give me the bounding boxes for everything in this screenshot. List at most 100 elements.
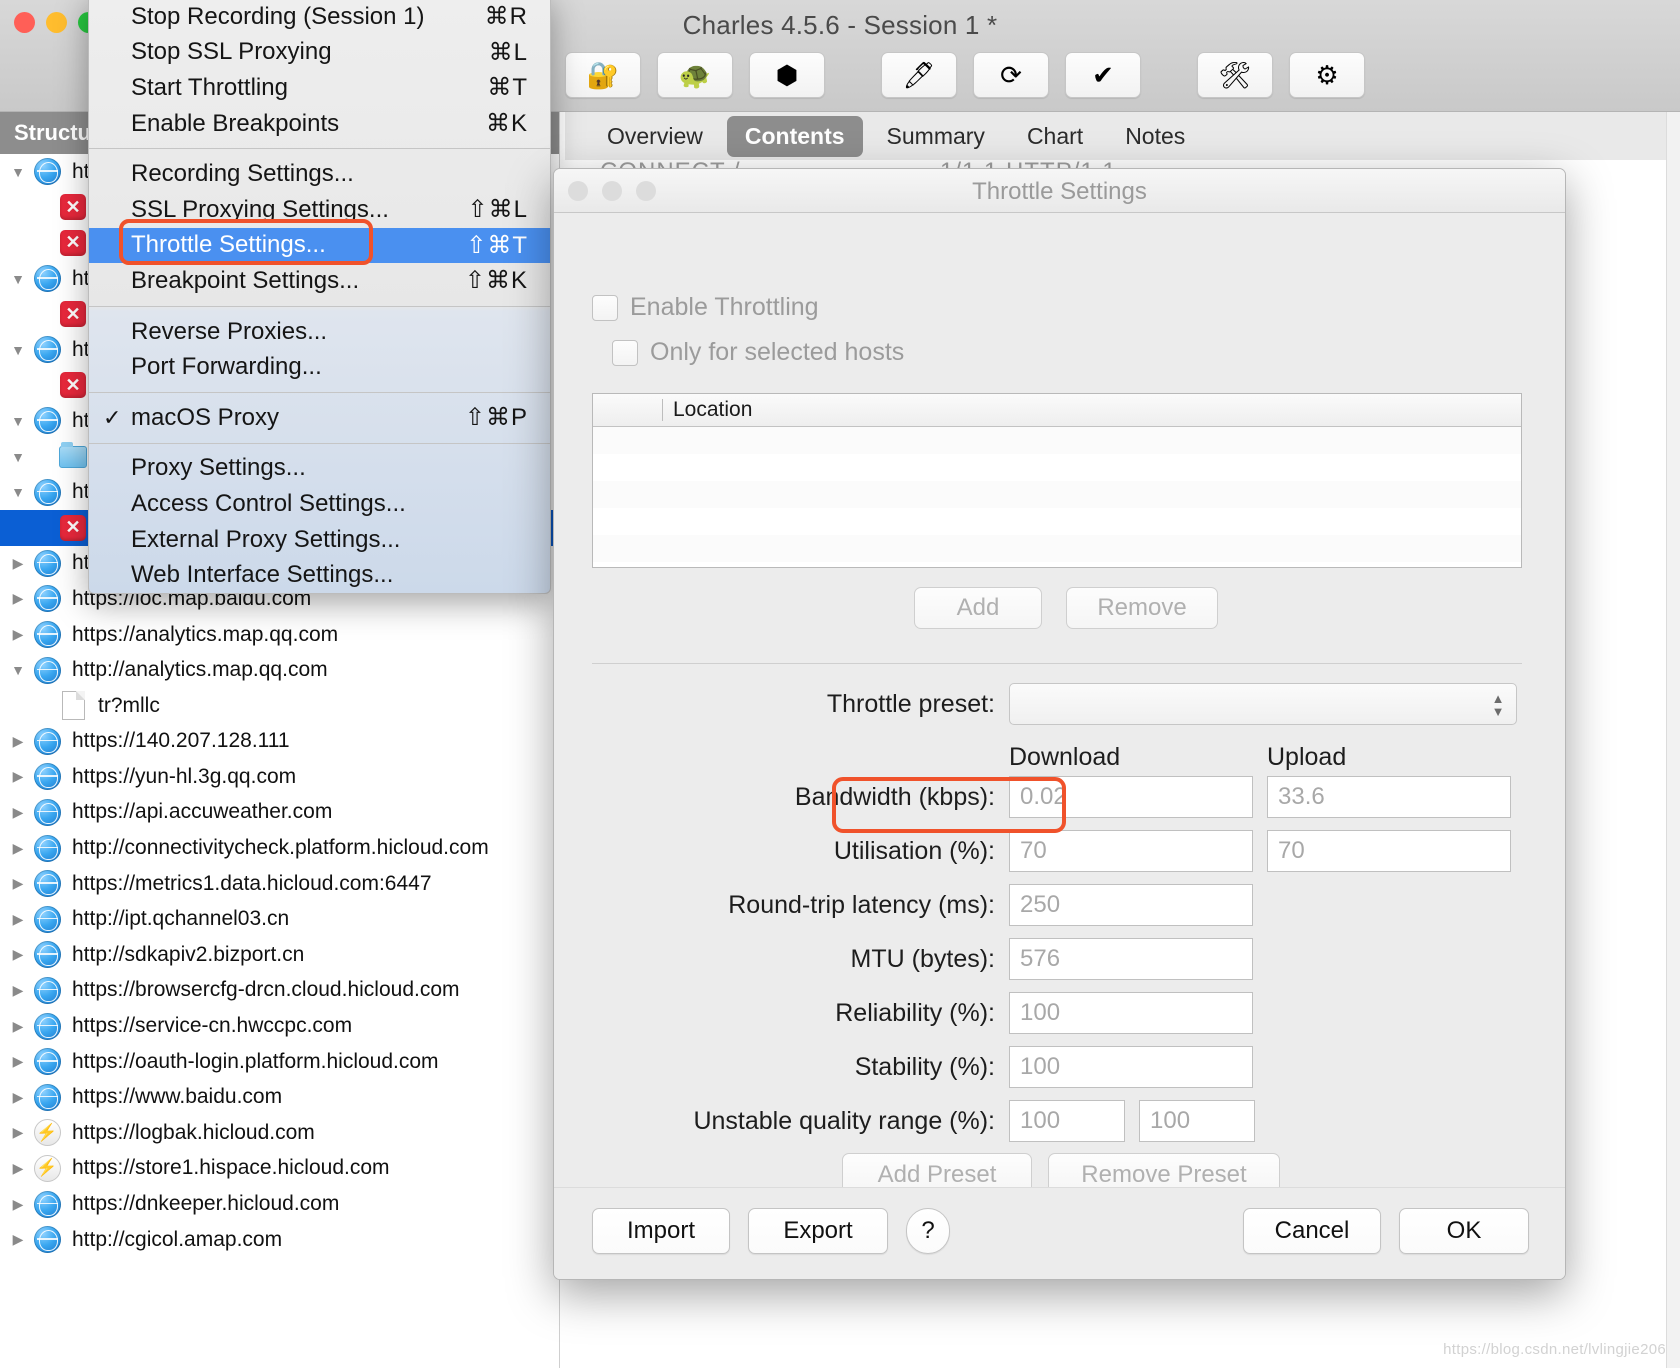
tree-row[interactable]: https://service-cn.hwccpc.com [0,1008,559,1044]
add-location-button[interactable]: Add [914,587,1042,629]
tree-row[interactable]: ⚡ https://logbak.hicloud.com [0,1115,559,1151]
mtu-bytes-download-input[interactable]: 576 [1009,938,1253,980]
unstable-quality-from-input[interactable]: 100 [1009,1100,1125,1142]
row-icon-wrap: ✕ [56,514,90,542]
menu-item-macos-proxy[interactable]: ✓ macOS Proxy ⇧⌘P [89,400,550,436]
unstable-quality-to-input[interactable]: 100 [1139,1100,1255,1142]
disclosure-closed-icon[interactable] [6,1053,30,1070]
disclosure-open-icon[interactable] [6,484,30,500]
enable-throttling-checkbox-row[interactable]: Enable Throttling [592,293,819,322]
ok-button[interactable]: OK [1399,1208,1529,1254]
tree-row[interactable]: https://browsercfg-drcn.cloud.hicloud.co… [0,973,559,1009]
disclosure-closed-icon[interactable] [6,840,30,857]
only-selected-hosts-checkbox-row[interactable]: Only for selected hosts [612,338,904,367]
tree-row[interactable]: https://yun-hl.3g.qq.com [0,759,559,795]
export-button[interactable]: Export [748,1208,888,1254]
tree-row[interactable]: https://metrics1.data.hicloud.com:6447 [0,866,559,902]
throttle-form: Throttle preset: ▲ ▼ Download Upload Band… [554,683,1565,1197]
tab-overview[interactable]: Overview [589,116,721,157]
proxy-dropdown-menu[interactable]: Stop Recording (Session 1) ⌘R Stop SSL Pro… [88,0,551,594]
menu-item-port-forwarding[interactable]: Port Forwarding... [89,349,550,385]
locations-table[interactable]: Location [592,393,1522,568]
validate-check-button[interactable]: ✔ [1065,52,1141,98]
disclosure-closed-icon[interactable] [6,804,30,821]
menu-item-stop-ssl-proxying[interactable]: Stop SSL Proxying ⌘L [89,35,550,71]
tab-summary[interactable]: Summary [869,116,1003,157]
disclosure-open-icon[interactable] [6,164,30,180]
import-button[interactable]: Import [592,1208,730,1254]
locations-table-rows[interactable] [593,427,1521,567]
menu-item-stop-recording-session-1[interactable]: Stop Recording (Session 1) ⌘R [89,0,550,35]
tree-row[interactable]: ⚡ https://store1.hispace.hicloud.com [0,1151,559,1187]
settings-gear-button[interactable]: ⚙ [1289,52,1365,98]
menu-item-shortcut: ⇧⌘T [466,231,528,259]
tree-row[interactable]: https://dnkeeper.hicloud.com [0,1186,559,1222]
chevron-updown-icon[interactable]: ▲ ▼ [1488,688,1508,722]
disclosure-closed-icon[interactable] [6,555,30,572]
round-trip-latency-ms-download-input[interactable]: 250 [1009,884,1253,926]
disclosure-closed-icon[interactable] [6,911,30,928]
utilisation-download-input[interactable]: 70 [1009,830,1253,872]
tree-row[interactable]: https://analytics.map.qq.com [0,617,559,653]
disclosure-open-icon[interactable] [6,271,30,287]
tree-row[interactable]: http://cgicol.amap.com [0,1222,559,1258]
menu-item-breakpoint-settings[interactable]: Breakpoint Settings... ⇧⌘K [89,263,550,299]
disclosure-open-icon[interactable] [6,413,30,429]
disclosure-closed-icon[interactable] [6,768,30,785]
breakpoints-button[interactable]: ⬢ [749,52,825,98]
bandwidth-kbps-download-input[interactable]: 0.02 [1009,776,1253,818]
tree-row[interactable]: http://connectivitycheck.platform.hiclou… [0,830,559,866]
tree-row[interactable]: http://sdkapiv2.bizport.cn [0,937,559,973]
reliability-download-input[interactable]: 100 [1009,992,1253,1034]
menu-item-access-control-settings[interactable]: Access Control Settings... [89,486,550,522]
utilisation-upload-input[interactable]: 70 [1267,830,1511,872]
enable-throttling-checkbox[interactable] [592,294,618,321]
cancel-button[interactable]: Cancel [1243,1208,1381,1254]
disclosure-closed-icon[interactable] [6,946,30,963]
disclosure-closed-icon[interactable] [6,1196,30,1213]
disclosure-closed-icon[interactable] [6,590,30,607]
menu-item-throttle-settings[interactable]: Throttle Settings... ⇧⌘T [89,218,550,265]
compose-pen-button[interactable]: 🖊 [881,52,957,98]
menu-item-enable-breakpoints[interactable]: Enable Breakpoints ⌘K [89,106,550,142]
menu-item-recording-settings[interactable]: Recording Settings... [89,156,550,192]
tree-row[interactable]: https://api.accuweather.com [0,795,559,831]
disclosure-closed-icon[interactable] [6,1160,30,1177]
disclosure-closed-icon[interactable] [6,1124,30,1141]
menu-item-web-interface-settings[interactable]: Web Interface Settings... [89,557,550,593]
tree-row[interactable]: tr?mllc [0,688,559,724]
help-button[interactable]: ? [906,1208,950,1254]
tree-row[interactable]: https://www.baidu.com [0,1079,559,1115]
tree-row[interactable]: http://analytics.map.qq.com [0,652,559,688]
tree-row[interactable]: https://140.207.128.111 [0,724,559,760]
tools-button[interactable]: 🛠 [1197,52,1273,98]
tab-notes[interactable]: Notes [1107,116,1203,157]
disclosure-open-icon[interactable] [6,449,30,465]
tree-row[interactable]: http://ipt.qchannel03.cn [0,901,559,937]
disclosure-closed-icon[interactable] [6,1018,30,1035]
disclosure-closed-icon[interactable] [6,733,30,750]
throttle-preset-select[interactable]: ▲ ▼ [1009,683,1517,725]
disclosure-closed-icon[interactable] [6,1089,30,1106]
tab-contents[interactable]: Contents [726,115,863,157]
menu-item-reverse-proxies[interactable]: Reverse Proxies... [89,314,550,350]
disclosure-closed-icon[interactable] [6,875,30,892]
throttling-turtle-button[interactable]: 🐢 [657,52,733,98]
menu-item-proxy-settings[interactable]: Proxy Settings... [89,451,550,487]
menu-item-ssl-proxying-settings[interactable]: SSL Proxying Settings... ⇧⌘L [89,192,550,228]
bandwidth-kbps-upload-input[interactable]: 33.6 [1267,776,1511,818]
repeat-refresh-button[interactable]: ⟳ [973,52,1049,98]
remove-location-button[interactable]: Remove [1066,587,1218,629]
disclosure-open-icon[interactable] [6,342,30,358]
tab-chart[interactable]: Chart [1009,116,1101,157]
disclosure-closed-icon[interactable] [6,626,30,643]
disclosure-open-icon[interactable] [6,662,30,678]
disclosure-closed-icon[interactable] [6,1231,30,1248]
menu-item-external-proxy-settings[interactable]: External Proxy Settings... [89,522,550,558]
only-selected-hosts-checkbox[interactable] [612,339,638,366]
disclosure-closed-icon[interactable] [6,982,30,999]
menu-item-start-throttling[interactable]: Start Throttling ⌘T [89,70,550,106]
tree-row[interactable]: https://oauth-login.platform.hicloud.com [0,1044,559,1080]
stability-download-input[interactable]: 100 [1009,1046,1253,1088]
ssl-proxying-button[interactable]: 🔐 [565,52,641,98]
